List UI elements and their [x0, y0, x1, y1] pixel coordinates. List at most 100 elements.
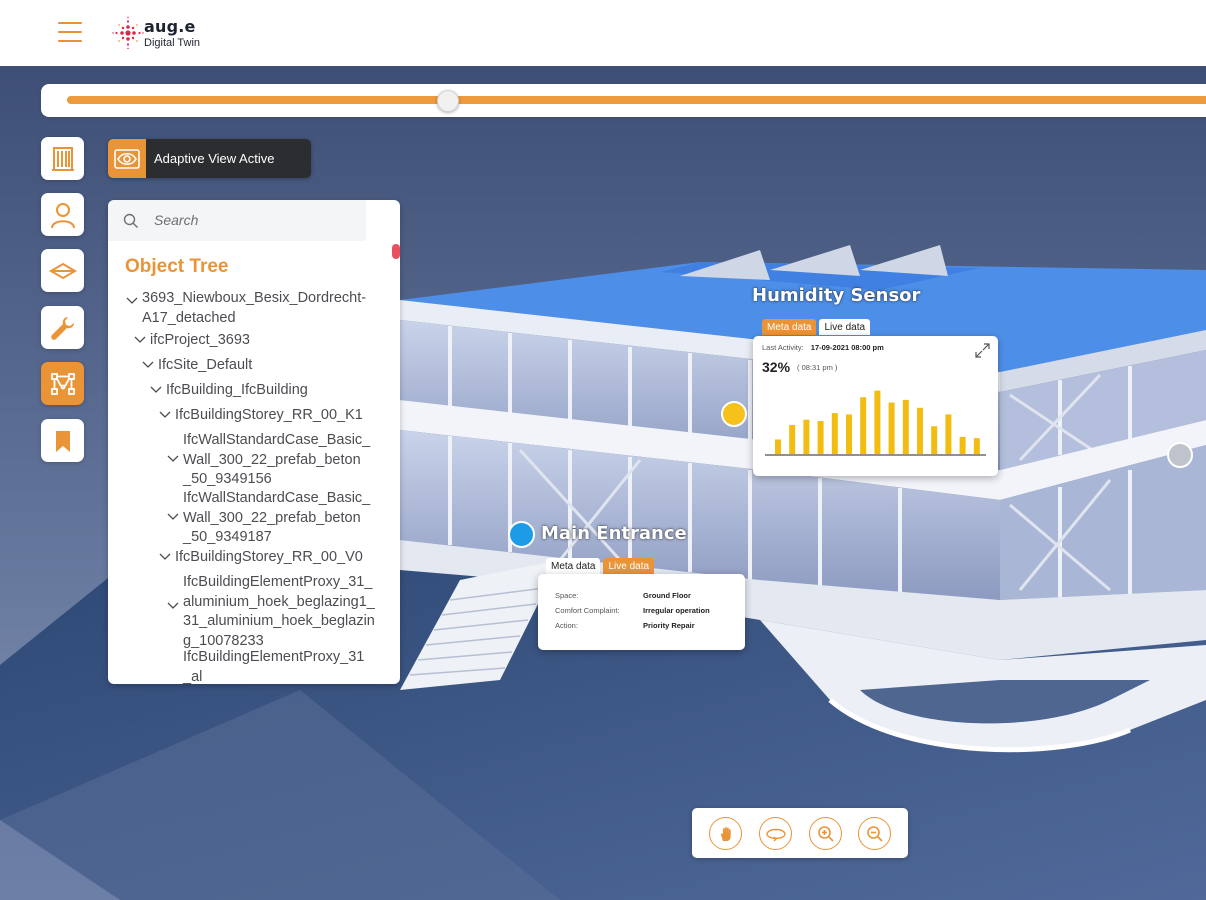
orbit-button[interactable]: [759, 817, 792, 850]
tree-node-label: IfcBuilding_IfcBuilding: [166, 382, 308, 398]
last-activity-value: 17-09-2021 08:00 pm: [810, 343, 884, 352]
user-tool-button[interactable]: [41, 193, 84, 236]
humidity-tabs: Meta data Live data: [762, 319, 871, 335]
entrance-card: Space: Ground Floor Comfort Complaint: I…: [538, 574, 745, 650]
entrance-tab-meta[interactable]: Meta data: [546, 558, 601, 574]
humidity-bar: [888, 402, 895, 454]
humidity-bar: [846, 414, 852, 454]
last-activity-label: Last Activity:: [762, 343, 804, 352]
top-bar: aug.e Digital Twin: [0, 0, 1206, 66]
layers-icon: [48, 262, 77, 279]
humidity-tab-live[interactable]: Live data: [819, 319, 871, 335]
entrance-value-action: Priority Repair: [643, 621, 695, 630]
tree-node-label: Wall_300_22_prefab_beton: [183, 509, 361, 526]
last-activity: Last Activity: 17-09-2021 08:00 pm: [762, 343, 884, 352]
humidity-bar: [902, 399, 909, 454]
brand-name: aug.e: [144, 17, 196, 36]
timeline-track[interactable]: [67, 96, 1206, 104]
humidity-time: ( 08:31 pm ): [797, 363, 838, 372]
expand-icon[interactable]: [975, 343, 990, 358]
main-entrance-label: Main Entrance: [541, 523, 687, 544]
humidity-bar: [931, 426, 938, 454]
tree-node-label: _al: [183, 668, 203, 685]
entrance-value-space: Ground Floor: [643, 591, 691, 600]
tree-node-label: IfcBuildingElementProxy_31: [183, 649, 365, 665]
humidity-sensor-label: Humidity Sensor: [752, 285, 921, 306]
network-icon: [50, 372, 75, 395]
tree-node-label: Wall_300_22_prefab_beton: [183, 451, 361, 468]
eye-icon: [108, 139, 146, 178]
humidity-bar: [831, 413, 838, 454]
zoom-out-button[interactable]: [858, 817, 891, 850]
entrance-label-action: Action:: [555, 621, 578, 630]
tree-node-label: aluminium_hoek_beglazing1_: [183, 593, 375, 610]
zoom-in-button[interactable]: [809, 817, 842, 850]
humidity-bar: [917, 407, 923, 454]
building-tool-button[interactable]: [41, 137, 84, 180]
timeline-slider[interactable]: [41, 84, 1206, 117]
adaptive-view-toggle[interactable]: Adaptive View Active: [108, 139, 311, 178]
search-icon: [123, 213, 138, 228]
wrench-icon: [50, 316, 74, 340]
orbit-icon: [765, 828, 786, 841]
entrance-label-complaint: Comfort Complaint:: [555, 606, 620, 615]
humidity-bar: [789, 424, 796, 454]
chevron-down-icon: [126, 297, 138, 304]
pan-hand-icon: [720, 826, 731, 841]
humidity-bar: [973, 438, 980, 454]
humidity-bar: [817, 421, 824, 454]
chevron-down-icon: [159, 411, 171, 418]
tree-node-label: 3693_Niewboux_Besix_Dordrecht-: [142, 290, 367, 306]
chevron-down-icon: [150, 386, 162, 393]
object-tree-panel: Object Tree 3693_Niewboux_Besix_Dordrech…: [108, 200, 400, 684]
humidity-sensor-marker[interactable]: [721, 401, 747, 427]
adaptive-view-label: Adaptive View Active: [154, 151, 275, 166]
tree-node-label: ifcProject_3693: [150, 332, 250, 348]
humidity-bar: [959, 436, 966, 454]
bookmark-tool-button[interactable]: [41, 419, 84, 462]
humidity-bar-chart: [765, 390, 986, 456]
tree-node-label: IfcBuildingStorey_RR_00_V0: [175, 549, 363, 565]
entrance-tab-live[interactable]: Live data: [603, 558, 655, 574]
humidity-bar: [775, 439, 781, 454]
tree-node-label: A17_detached: [142, 309, 236, 326]
tree-search-box[interactable]: [108, 200, 366, 241]
tree-node-label: IfcBuildingStorey_RR_00_K1: [175, 407, 363, 423]
humidity-value: 32%: [762, 359, 791, 375]
humidity-tab-meta[interactable]: Meta data: [762, 319, 817, 335]
wrench-tool-button[interactable]: [41, 306, 84, 349]
network-tool-button[interactable]: [41, 362, 84, 405]
user-icon: [50, 202, 75, 228]
chevron-down-icon: [167, 513, 179, 520]
main-entrance-marker[interactable]: [508, 521, 535, 548]
chevron-down-icon: [142, 361, 154, 368]
tree-node-label: IfcBuildingElementProxy_31_: [183, 574, 373, 590]
zoom-out-icon: [866, 825, 883, 842]
navigation-controls: [692, 808, 908, 858]
layers-tool-button[interactable]: [41, 249, 84, 292]
entrance-value-complaint: Irregular operation: [643, 606, 710, 615]
humidity-card: Last Activity: 17-09-2021 08:00 pm 32% (…: [753, 336, 998, 476]
tree-node-label: IfcWallStandardCase_Basic_: [183, 432, 371, 448]
hamburger-icon[interactable]: [58, 22, 82, 44]
brand-subtitle: Digital Twin: [144, 37, 201, 49]
auge-logo-icon: [112, 16, 144, 50]
tree-search-input[interactable]: [154, 210, 354, 230]
chevron-down-icon: [167, 455, 179, 462]
bookmark-icon: [55, 430, 70, 452]
tree-node-label: _50_9349187: [183, 529, 272, 545]
chevron-down-icon: [167, 602, 179, 609]
tree-node-label: IfcSite_Default: [158, 357, 253, 373]
humidity-bar: [860, 397, 867, 454]
zoom-in-icon: [817, 825, 834, 842]
timeline-handle[interactable]: [436, 90, 459, 112]
humidity-bar: [945, 414, 952, 454]
entrance-tabs: Meta data Live data: [546, 558, 655, 574]
object-tree-title: Object Tree: [125, 256, 229, 277]
tree-scrollbar-thumb[interactable]: [392, 244, 400, 259]
tree-node-label: 31_aluminium_hoek_beglazin: [183, 613, 375, 629]
sensor-marker-grey[interactable]: [1167, 442, 1193, 468]
humidity-bar: [803, 419, 810, 454]
building-icon: [51, 146, 74, 171]
pan-button[interactable]: [709, 817, 742, 850]
